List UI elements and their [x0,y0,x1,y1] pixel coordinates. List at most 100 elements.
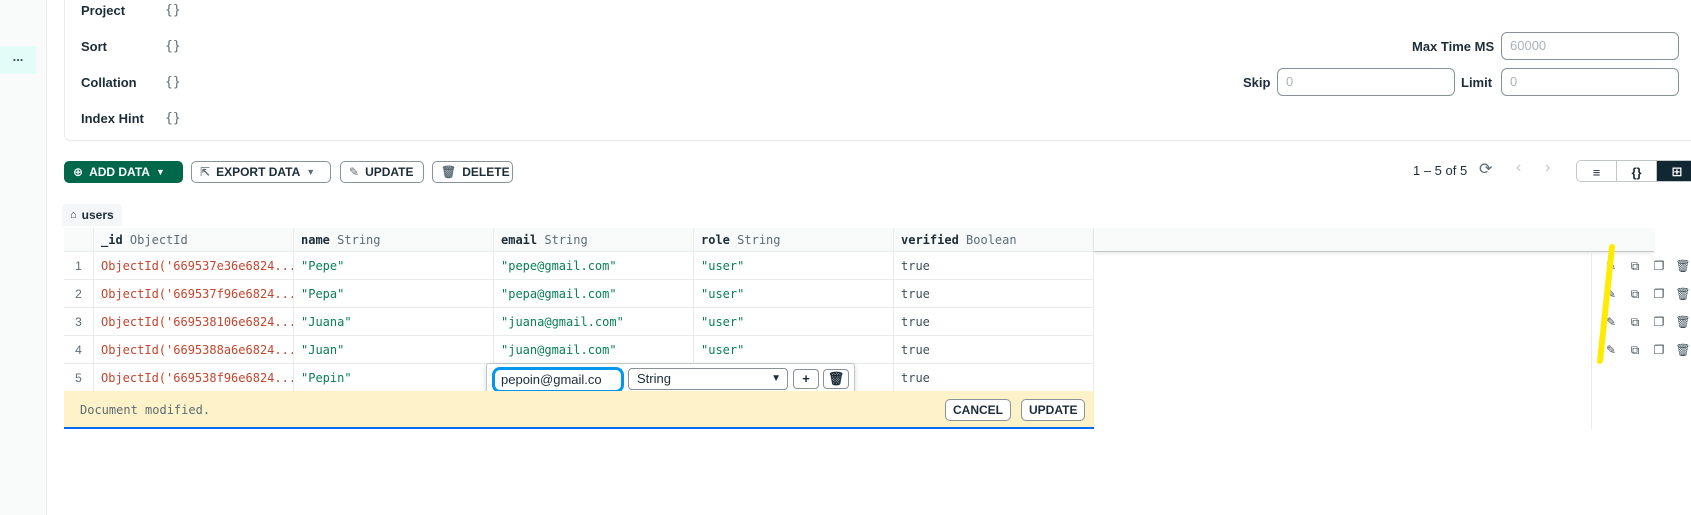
skip-input[interactable]: 0 [1277,68,1455,96]
header-name[interactable]: name String [294,228,494,252]
cell-verified[interactable]: true [894,252,1094,280]
index-hint-input[interactable]: {} [165,111,181,126]
sort-input[interactable]: {} [165,39,181,54]
refresh-icon[interactable]: ⟳ [1479,159,1492,179]
cell-email[interactable]: "juan@gmail.com" [494,336,694,364]
document-modified-message: Document modified. [80,403,211,417]
trash-icon[interactable]: 🗑 [1674,343,1691,357]
clone-icon[interactable]: ❐ [1650,259,1668,273]
cell-role[interactable]: "user" [694,280,894,308]
clone-icon[interactable]: ❐ [1650,315,1668,329]
sort-label: Sort [81,39,107,54]
cell-verified[interactable]: true [894,280,1094,308]
row-number: 4 [64,336,94,364]
cell-name[interactable]: "Juana" [294,308,494,336]
breadcrumb-collection: users [81,208,114,222]
cell-id[interactable]: ObjectId('669537f96e6824... [94,280,294,308]
cell-name[interactable]: "Pepe" [294,252,494,280]
json-view-button[interactable]: {} [1617,161,1657,181]
update-label: UPDATE [365,165,414,179]
row-number: 5 [64,364,94,392]
table-icon: ⊞ [1671,164,1683,179]
header-filler [1094,228,1654,252]
cell-name[interactable]: "Pepin" [294,364,494,392]
cell-verified[interactable]: true [894,364,1094,392]
add-data-button[interactable]: ⊕ ADD DATA ▼ [64,161,183,183]
cell-email[interactable]: "juana@gmail.com" [494,308,694,336]
cell-role[interactable]: "user" [694,336,894,364]
cancel-button[interactable]: CANCEL [945,399,1011,421]
update-document-button[interactable]: UPDATE [1021,399,1086,421]
query-options-panel: Project {} Sort {} Collation {} Index Hi… [64,0,1691,141]
project-input[interactable]: {} [165,3,181,18]
plus-circle-icon: ⊕ [73,165,84,179]
type-select-value: String [637,371,671,386]
cell-email[interactable]: "pepa@gmail.com" [494,280,694,308]
remove-field-button[interactable]: 🗑 [823,369,849,389]
pencil-icon: ✎ [349,165,360,179]
cell-name[interactable]: "Juan" [294,336,494,364]
row-number: 2 [64,280,94,308]
copy-icon[interactable]: ⧉ [1626,287,1644,302]
row-actions: ✎⧉❐🗑 [1602,252,1691,280]
prev-page-icon[interactable]: ‹ [1516,159,1521,177]
edit-icon[interactable]: ✎ [1602,343,1620,357]
cell-verified[interactable]: true [894,336,1094,364]
cell-verified[interactable]: true [894,308,1094,336]
email-edit-input[interactable]: pepoin@gmail.co [492,367,624,393]
copy-icon[interactable]: ⧉ [1626,315,1644,330]
document-modified-bar: Document modified. CANCEL UPDATE [64,391,1094,429]
project-label: Project [81,3,126,18]
row-actions: ✎⧉❐🗑 [1602,308,1691,336]
cell-role[interactable]: "user" [694,252,894,280]
cell-name[interactable]: "Pepa" [294,280,494,308]
collation-label: Collation [81,75,137,90]
collation-input[interactable]: {} [165,75,181,90]
header-id[interactable]: _id ObjectId [94,228,294,252]
cell-id[interactable]: ObjectId('669537e36e6824... [94,252,294,280]
copy-icon[interactable]: ⧉ [1626,343,1644,358]
cell-role[interactable]: "user" [694,308,894,336]
clone-icon[interactable]: ❐ [1650,343,1668,357]
list-view-button[interactable]: ≡ [1577,161,1617,181]
pagination-text: 1 – 5 of 5 [1413,163,1468,178]
cell-email[interactable]: "pepe@gmail.com" [494,252,694,280]
cell-id[interactable]: ObjectId('6695388a6e6824... [94,336,294,364]
cell-id[interactable]: ObjectId('669538f96e6824... [94,364,294,392]
limit-input[interactable]: 0 [1501,68,1679,96]
copy-icon[interactable]: ⧉ [1626,259,1644,274]
cell-id[interactable]: ObjectId('669538106e6824... [94,308,294,336]
header-rownum [64,228,94,252]
breadcrumb[interactable]: ⌂ users [62,204,122,226]
row-number: 3 [64,308,94,336]
row-number: 1 [64,252,94,280]
limit-label: Limit [1461,75,1493,90]
type-select[interactable]: String ▼ [628,368,788,390]
next-page-icon[interactable]: › [1545,159,1550,177]
trash-icon[interactable]: 🗑 [1674,287,1691,301]
export-data-button[interactable]: ⇱ EXPORT DATA ▼ [191,161,331,183]
skip-label: Skip [1243,75,1271,90]
header-verified[interactable]: verified Boolean [894,228,1094,252]
header-role[interactable]: role String [694,228,894,252]
trash-icon[interactable]: 🗑 [1674,259,1691,273]
add-field-button[interactable]: + [793,369,819,389]
header-email[interactable]: email String [494,228,694,252]
table-view-button[interactable]: ⊞ [1657,161,1691,181]
caret-down-icon: ▼ [155,167,165,177]
max-time-ms-label: Max Time MS [1412,39,1495,54]
export-icon: ⇱ [200,165,211,179]
home-icon: ⌂ [70,209,77,221]
caret-down-icon: ▼ [306,167,316,177]
row-actions: ✎⧉❐🗑 [1602,280,1691,308]
clone-icon[interactable]: ❐ [1650,287,1668,301]
max-time-ms-input[interactable]: 60000 [1501,32,1679,60]
view-toggle-group: ≡ {} ⊞ [1576,160,1691,182]
more-options-button[interactable]: ... [0,46,36,74]
trash-icon: 🗑 [441,165,457,179]
export-data-label: EXPORT DATA [216,165,301,179]
update-button[interactable]: ✎ UPDATE [340,161,424,183]
delete-button[interactable]: 🗑 DELETE [432,161,513,183]
trash-icon[interactable]: 🗑 [1674,315,1691,329]
trash-icon: 🗑 [827,371,845,386]
